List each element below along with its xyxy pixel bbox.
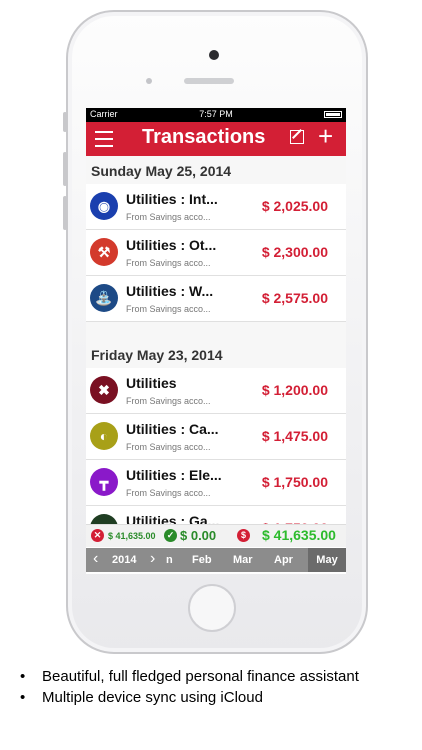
expense-icon: ✕ [91,529,104,542]
income-total: $ 41,635.00 [262,527,336,543]
expense-total: $ 41,635.00 [108,531,156,541]
feature-item: • Beautiful, full fledged personal financ… [20,668,359,685]
balance-total: $ 0.00 [180,528,217,543]
summary-bar: ✕ $ 41,635.00 ✓ $ 0.00 $ $ 41,635.00 [86,524,346,547]
faucet-icon: ⛲ [90,284,118,312]
transaction-category: Utilities : Int... [126,191,218,207]
section-gap [86,322,346,340]
clock: 7:57 PM [199,109,233,119]
month-tab-mar[interactable]: Mar [233,554,253,566]
transaction-category: Utilities [126,375,177,391]
transaction-account: From Savings acco... [126,396,211,406]
wrench-icon: ⚒ [90,238,118,266]
year-label: 2014 [112,554,137,566]
transaction-category: Utilities : Ca... [126,421,219,437]
mute-switch [63,112,67,132]
month-timeline: ‹ 2014 › n Feb Mar Apr May [86,548,346,572]
next-year-icon[interactable]: › [150,550,155,568]
transaction-row[interactable]: ◉ Utilities : Int... From Savings acco... $… [86,184,346,230]
transaction-list: Sunday May 25, 2014 ◉ Utilities : Int... Fr… [86,156,346,552]
proximity-sensor [146,78,152,84]
transaction-account: From Savings acco... [126,258,211,268]
satellite-icon: ◐ [90,422,118,450]
add-icon[interactable]: + [318,123,333,149]
transaction-amount: $ 1,475.00 [261,428,328,444]
volume-up-button [63,152,67,186]
edit-icon[interactable] [290,130,304,144]
transaction-category: Utilities : Ot... [126,237,217,253]
transaction-account: From Savings acco... [126,488,211,498]
transaction-amount: $ 2,025.00 [261,198,328,214]
transaction-account: From Savings acco... [126,212,211,222]
transaction-row[interactable]: ◐ Utilities : Ca... From Savings acco... $ … [86,414,346,460]
transaction-amount: $ 2,575.00 [261,290,328,306]
wifi-icon: ◉ [90,192,118,220]
volume-down-button [63,196,67,230]
transaction-amount: $ 1,200.00 [261,382,328,398]
front-camera [209,50,219,60]
power-pole-icon: ┳ [90,468,118,496]
hamburger-menu-icon[interactable] [95,131,113,147]
month-tab-may-selected[interactable]: May [308,548,346,572]
tools-icon: ✖ [90,376,118,404]
transaction-amount: $ 2,300.00 [261,244,328,260]
earpiece-speaker [184,78,234,84]
transaction-account: From Savings acco... [126,304,211,314]
transaction-row[interactable]: ⛲ Utilities : W... From Savings acco... $ 2… [86,276,346,322]
section-date-header: Friday May 23, 2014 [86,340,346,368]
feature-list: • Beautiful, full fledged personal financ… [20,668,359,710]
home-button[interactable] [188,584,236,632]
transaction-row[interactable]: ⚒ Utilities : Ot... From Savings acco... $ … [86,230,346,276]
check-icon: ✓ [164,529,177,542]
transaction-amount: $ 1,750.00 [261,474,328,490]
month-tab[interactable]: n [166,554,173,566]
section-date-header: Sunday May 25, 2014 [86,156,346,184]
transaction-row[interactable]: ✖ Utilities From Savings acco... $ 1,200.00 [86,368,346,414]
month-tab-apr[interactable]: Apr [274,554,293,566]
status-bar: Carrier 7:57 PM [86,108,346,122]
transaction-category: Utilities : Ele... [126,467,222,483]
battery-icon [324,111,342,118]
transfer-icon: $ [237,529,250,542]
month-tab-feb[interactable]: Feb [192,554,212,566]
page-title: Transactions [142,126,266,148]
transaction-row[interactable]: ┳ Utilities : Ele... From Savings acco... $… [86,460,346,506]
navigation-bar: Transactions + [86,122,346,156]
transaction-account: From Savings acco... [126,442,211,452]
previous-year-icon[interactable]: ‹ [93,550,98,568]
transaction-category: Utilities : W... [126,283,214,299]
app-screen: Carrier 7:57 PM Transactions + Sunday Ma… [86,108,346,574]
feature-item: • Multiple device sync using iCloud [20,689,263,706]
